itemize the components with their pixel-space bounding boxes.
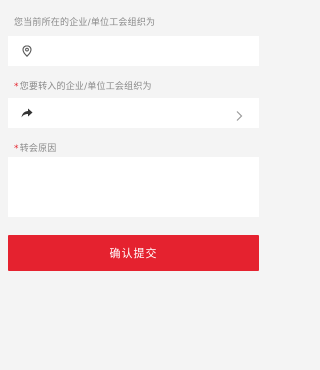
current-org-field <box>8 36 259 66</box>
chevron-right-icon <box>233 107 245 121</box>
current-org-label: 您当前所在的企业/单位工会组织为 <box>14 15 155 28</box>
reason-label-text: 转会原因 <box>19 144 57 154</box>
location-pin-icon <box>20 44 34 58</box>
confirm-submit-button[interactable]: 确认提交 <box>8 235 259 271</box>
reason-textarea[interactable] <box>8 157 259 217</box>
reason-label: *转会原因 <box>14 141 57 154</box>
required-mark: * <box>14 82 19 92</box>
target-org-selector[interactable] <box>8 98 259 128</box>
current-org-label-text: 您当前所在的企业/单位工会组织为 <box>14 18 156 28</box>
target-org-label-text: 您要转入的企业/单位工会组织为 <box>19 82 152 92</box>
share-arrow-icon <box>20 106 34 120</box>
target-org-label: *您要转入的企业/单位工会组织为 <box>14 79 152 92</box>
required-mark: * <box>14 144 19 154</box>
